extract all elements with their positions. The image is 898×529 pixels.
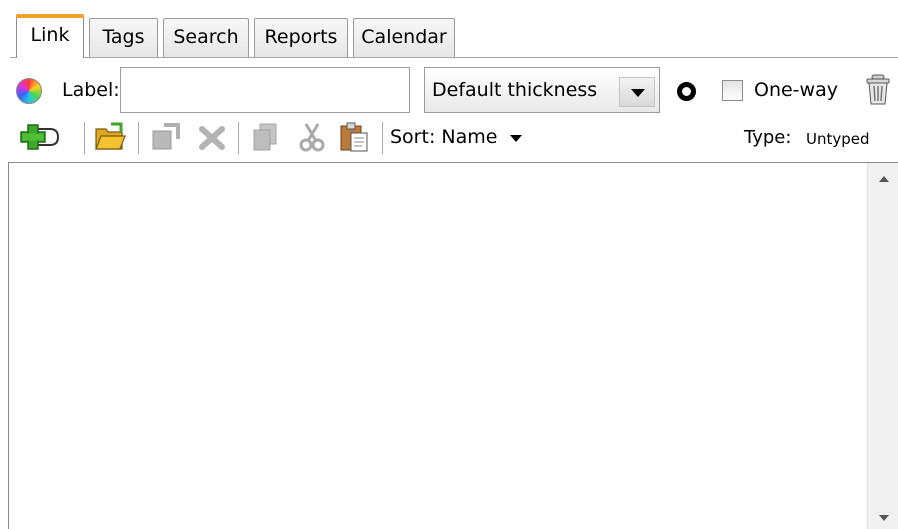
thickness-selected-value: Default thickness [432, 79, 598, 101]
open-folder-icon[interactable] [94, 121, 126, 153]
scroll-up-icon[interactable] [879, 176, 889, 182]
tab-calendar[interactable]: Calendar [353, 18, 455, 58]
toolbar-separator [238, 122, 239, 154]
label-row: Label: Default thickness One-way [0, 64, 898, 116]
cut-icon[interactable] [296, 121, 328, 153]
type-value[interactable]: Untyped [806, 128, 870, 150]
tab-search-label: Search [173, 26, 239, 48]
tab-link-label: Link [30, 24, 70, 46]
color-wheel-icon[interactable] [16, 78, 42, 104]
add-link-icon[interactable] [20, 121, 60, 153]
oneway-checkbox[interactable] [722, 80, 743, 101]
toolbar-separator [138, 122, 139, 154]
trash-icon[interactable] [866, 74, 890, 106]
tab-link[interactable]: Link [16, 14, 84, 59]
copy-icon[interactable] [250, 121, 282, 153]
oneway-label[interactable]: One-way [754, 78, 838, 102]
type-label: Type: [744, 127, 792, 148]
label-input[interactable] [120, 67, 410, 113]
scroll-down-icon[interactable] [879, 515, 889, 521]
label-caption: Label: [62, 79, 120, 101]
tab-bar: Link Tags Search Reports Calendar [10, 12, 898, 59]
toolbar-separator [382, 122, 383, 154]
paste-icon[interactable] [338, 121, 370, 153]
toolbar-separator [84, 122, 85, 154]
sort-dropdown[interactable]: Sort: Name [390, 125, 497, 149]
tab-search[interactable]: Search [163, 18, 249, 58]
tab-tags[interactable]: Tags [89, 18, 158, 58]
chevron-down-icon[interactable] [619, 77, 655, 107]
thickness-select[interactable]: Default thickness [424, 67, 660, 113]
tab-reports-label: Reports [264, 26, 338, 48]
tab-reports[interactable]: Reports [254, 18, 348, 58]
tab-tags-label: Tags [102, 26, 145, 48]
delete-icon[interactable] [196, 121, 228, 153]
toolbar: Sort: Name Type: Untyped [0, 116, 898, 160]
sort-chevron-down-icon[interactable] [510, 135, 522, 142]
ring-icon[interactable] [677, 82, 696, 101]
link-list[interactable] [8, 162, 898, 529]
tab-baseline [10, 57, 898, 58]
tab-calendar-label: Calendar [361, 26, 447, 48]
move-icon[interactable] [150, 121, 182, 153]
vertical-scrollbar[interactable] [867, 163, 898, 529]
